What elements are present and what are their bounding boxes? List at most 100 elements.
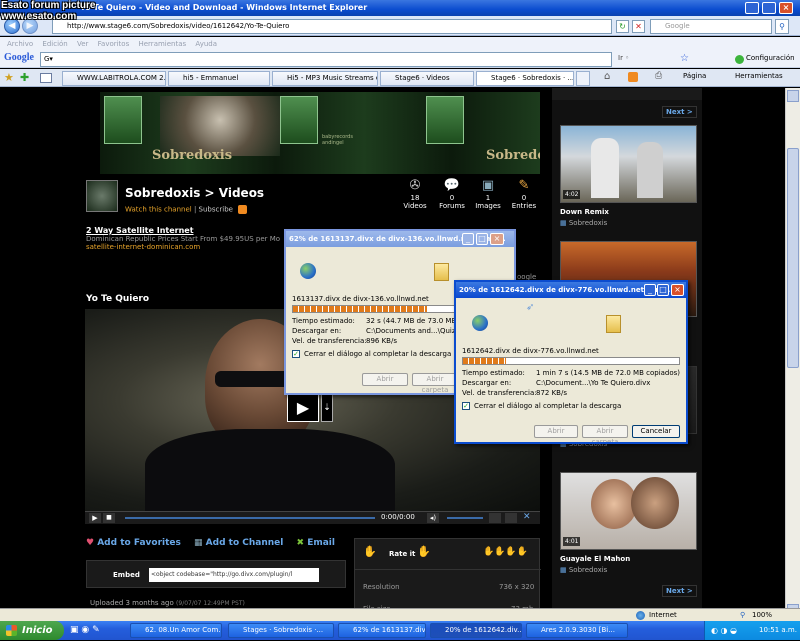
menu-favoritos[interactable]: Favoritos xyxy=(98,40,130,48)
stop-button[interactable]: ■ xyxy=(103,513,115,523)
play-button[interactable]: ▶ xyxy=(89,513,101,523)
search-input[interactable]: Google xyxy=(650,19,772,34)
quick-launch-icons[interactable]: ▣ ◉ ✎ xyxy=(70,625,100,635)
tab-stage6-videos[interactable]: Stage6 · Videos xyxy=(380,71,474,86)
thumb-figure xyxy=(591,138,619,198)
add-favorite-icon[interactable]: ✚ xyxy=(20,71,29,84)
feeds-icon[interactable] xyxy=(628,72,638,82)
dialog2-maximize-button[interactable]: □ xyxy=(657,284,669,296)
tray-icons[interactable]: ◐ ◑ ◒ xyxy=(711,626,737,635)
internet-zone-icon xyxy=(636,611,645,620)
rss-icon[interactable] xyxy=(238,205,248,214)
embed-code-input[interactable]: <object codebase="http://go.divx.com/plu… xyxy=(149,568,319,582)
print-icon[interactable]: ⎙ xyxy=(655,71,662,81)
thumb-title[interactable]: Guayale El Mahon xyxy=(560,555,630,563)
home-icon[interactable]: ⌂ xyxy=(604,71,610,82)
channel-avatar[interactable] xyxy=(86,180,118,212)
next-button-top[interactable]: Next > xyxy=(662,106,697,118)
dialog1-maximize-button[interactable]: □ xyxy=(476,233,488,245)
maximize-button[interactable] xyxy=(762,2,776,14)
task-item[interactable]: Ares 2.0.9.3030 [Bi... xyxy=(526,623,628,638)
stat-images[interactable]: ▣ 1 Images xyxy=(473,178,503,210)
search-icon[interactable]: ⚲ xyxy=(775,19,789,34)
close-button[interactable]: × xyxy=(779,2,793,14)
dialog2-close-checkbox[interactable]: ✓ xyxy=(462,402,470,410)
add-to-favorites-link[interactable]: Add to Favorites xyxy=(97,538,181,548)
menu-ayuda[interactable]: Ayuda xyxy=(195,40,217,48)
start-button[interactable]: Inicio xyxy=(0,621,64,640)
clock: 10:51 a.m. xyxy=(759,626,797,634)
menu-herramientas[interactable]: Herramientas xyxy=(138,40,186,48)
dialog2-open-button[interactable]: Abrir xyxy=(534,425,578,438)
scroll-up-button[interactable] xyxy=(787,90,799,102)
volume-icon[interactable]: ◂) xyxy=(427,513,439,523)
thumb-title[interactable]: Down Remix xyxy=(560,208,609,216)
page-menu[interactable]: Página xyxy=(683,72,706,80)
menu-archivo[interactable]: Archivo xyxy=(7,40,33,48)
scroll-thumb[interactable] xyxy=(787,148,799,368)
download-overlay-icon[interactable]: ⇣ xyxy=(321,394,333,422)
go-icon[interactable]: Ir ◦ xyxy=(618,54,629,62)
dialog1-minimize-button[interactable]: _ xyxy=(462,233,474,245)
dialog2-close-button[interactable]: × xyxy=(671,284,684,296)
address-input[interactable]: http://www.stage6.com/Sobredoxis/video/1… xyxy=(52,19,612,34)
favorites-star-icon[interactable]: ★ xyxy=(4,71,14,84)
heart-icon: ♥ xyxy=(86,538,95,548)
stat-entries[interactable]: ✎ 0 Entries xyxy=(509,178,539,210)
task-item-active[interactable]: 20% de 1612642.div... xyxy=(430,623,522,638)
tools-x-icon[interactable]: ✕ xyxy=(523,512,531,522)
banner-brand: Sobredoxis xyxy=(486,148,540,163)
channel-mini-icon: ▦ xyxy=(560,219,567,227)
dialog2-open-folder-button[interactable]: Abrir carpeta xyxy=(582,425,628,442)
subscribe-link[interactable]: Subscribe xyxy=(199,206,233,214)
quick-tabs-icon[interactable] xyxy=(40,73,52,83)
thumb-down-remix[interactable]: 4:02 xyxy=(560,125,697,203)
fullscreen-icon[interactable] xyxy=(505,513,517,523)
zoom-level[interactable]: 100% xyxy=(752,609,772,621)
stat-forums[interactable]: 💬 0 Forums xyxy=(437,178,467,210)
task-item[interactable]: 62% de 1613137.div... xyxy=(338,623,426,638)
thumb-author[interactable]: ▦ Sobredoxis xyxy=(560,219,607,227)
google-settings[interactable]: Configuración xyxy=(746,54,795,62)
stop-icon[interactable]: ✕ xyxy=(632,20,645,33)
video-frame-jacket xyxy=(145,429,395,511)
bookmark-star-icon[interactable]: ☆ xyxy=(680,53,689,64)
thumb-author-name: Sobredoxis xyxy=(568,566,608,574)
stat-videos[interactable]: ✇ 18 Videos xyxy=(400,178,430,210)
next-button-bottom[interactable]: Next > xyxy=(662,585,697,597)
tools-menu[interactable]: Herramientas xyxy=(735,72,783,80)
task-item[interactable]: 62. 08.Un Amor Com... xyxy=(130,623,222,638)
seek-bar[interactable] xyxy=(125,517,375,519)
tab-hi5-emmanuel[interactable]: hi5 - Emmanuel xyxy=(168,71,270,86)
zoom-icon[interactable]: ⚲ xyxy=(740,609,745,621)
tab-stage6-sobredoxis[interactable]: Stage6 · Sobredoxis · ... xyxy=(476,71,574,86)
dialog1-open-folder-button[interactable]: Abrir carpeta xyxy=(412,373,458,393)
dialog2-cancel-button[interactable]: Cancelar xyxy=(632,425,680,438)
volume-slider[interactable] xyxy=(447,517,483,519)
tab-labitrola[interactable]: WWW.LABITROLA.COM 2.0 xyxy=(62,71,166,86)
refresh-icon[interactable]: ↻ xyxy=(616,20,629,33)
thumbs-up-icon[interactable]: ✋ xyxy=(363,545,377,558)
watch-channel-link[interactable]: Watch this channel xyxy=(125,206,192,214)
new-tab-button[interactable] xyxy=(576,71,590,86)
dialog1-close-checkbox[interactable]: ✓ xyxy=(292,350,300,358)
page-scrollbar[interactable] xyxy=(785,88,800,620)
dialog2-minimize-button[interactable]: _ xyxy=(644,284,656,296)
add-to-channel-link[interactable]: Add to Channel xyxy=(206,538,284,548)
tab-hi5-mp3[interactable]: Hi5 - MP3 Music Streams o... xyxy=(272,71,378,86)
task-item[interactable]: Stages · Sobredoxis ·... xyxy=(228,623,334,638)
thumb-guayale[interactable]: 4:01 xyxy=(560,472,697,550)
video-title: Yo Te Quiero xyxy=(86,294,150,304)
minimize-button[interactable] xyxy=(745,2,759,14)
email-link[interactable]: Email xyxy=(307,538,335,548)
google-search-input[interactable]: G▾ xyxy=(40,52,612,67)
menu-edicion[interactable]: Edición xyxy=(42,40,67,48)
play-overlay-button[interactable]: ▶ xyxy=(287,394,319,422)
size-icon[interactable] xyxy=(489,513,501,523)
stat-forums-count: 0 xyxy=(449,194,455,202)
thumb-author[interactable]: ▦ Sobredoxis xyxy=(560,566,607,574)
dialog1-open-button[interactable]: Abrir xyxy=(362,373,408,386)
menu-ver[interactable]: Ver xyxy=(77,40,88,48)
dialog1-close-button[interactable]: × xyxy=(490,233,504,245)
thumbs-down-icon[interactable]: ✋ xyxy=(417,545,431,558)
